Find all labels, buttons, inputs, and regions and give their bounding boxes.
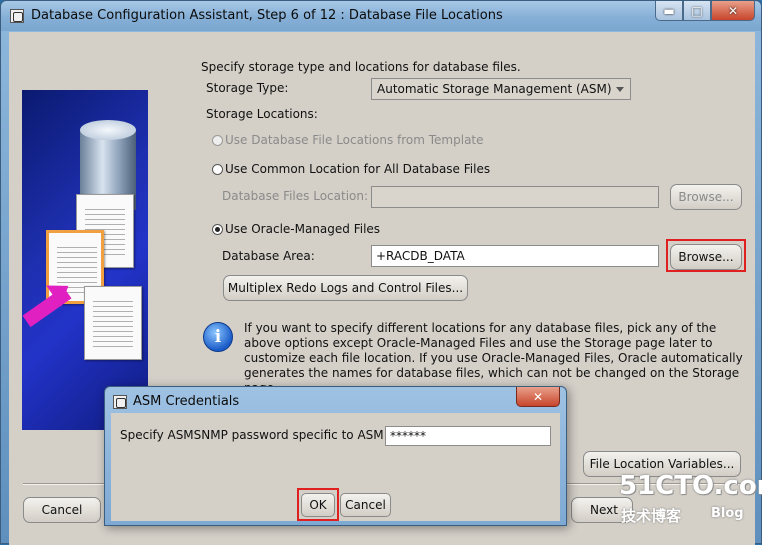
db-files-location-label: Database Files Location: <box>222 189 369 203</box>
watermark-blog: Blog <box>711 506 744 521</box>
storage-type-value: Automatic Storage Management (ASM) <box>377 82 612 96</box>
radio-common-location[interactable] <box>212 164 223 175</box>
title-bar[interactable]: Database Configuration Assistant, Step 6… <box>1 1 761 31</box>
watermark-brand: 51CTO.com <box>619 471 762 501</box>
asmsnmp-password-input[interactable]: ****** <box>385 426 551 446</box>
ok-highlight-box <box>297 488 339 521</box>
info-icon: i <box>203 322 233 352</box>
watermark-subtitle: 技术博客 <box>621 507 682 525</box>
window-controls: ▬ □ ✕ <box>655 1 755 21</box>
minimize-button[interactable]: ▬ <box>655 1 683 21</box>
dialog-title: ASM Credentials <box>133 394 240 409</box>
multiplex-redo-logs-button[interactable]: Multiplex Redo Logs and Control Files... <box>223 275 468 301</box>
chevron-down-icon <box>616 87 624 92</box>
dialog-cancel-button[interactable]: Cancel <box>340 493 391 517</box>
intro-text: Specify storage type and locations for d… <box>201 60 521 74</box>
db-files-location-input[interactable] <box>371 186 659 208</box>
db-area-label: Database Area: <box>222 249 315 263</box>
info-text: If you want to specify different locatio… <box>244 321 743 395</box>
main-window: Database Configuration Assistant, Step 6… <box>0 0 762 545</box>
document-icon <box>84 286 142 360</box>
storage-type-label: Storage Type: <box>206 81 289 95</box>
highlight-box <box>666 239 746 272</box>
storage-locations-label: Storage Locations: <box>206 107 318 121</box>
asm-credentials-dialog: ASM Credentials ✕ Specify ASMSNMP passwo… <box>104 386 567 526</box>
cancel-button[interactable]: Cancel <box>23 497 101 523</box>
radio-oracle-managed-files-label: Use Oracle-Managed Files <box>225 222 381 236</box>
browse-files-location-button[interactable]: Browse... <box>670 184 742 210</box>
storage-type-select[interactable]: Automatic Storage Management (ASM) <box>371 78 631 100</box>
close-button[interactable]: ✕ <box>711 1 755 21</box>
db-area-input[interactable]: +RACDB_DATA <box>371 245 659 267</box>
password-prompt: Specify ASMSNMP password specific to ASM… <box>120 428 388 442</box>
radio-template[interactable] <box>212 135 223 146</box>
app-icon <box>10 9 24 23</box>
radio-oracle-managed-files[interactable] <box>212 224 223 235</box>
window-title: Database Configuration Assistant, Step 6… <box>31 8 503 23</box>
radio-common-location-label: Use Common Location for All Database Fil… <box>225 162 491 176</box>
database-illustration <box>22 90 148 430</box>
dialog-close-button[interactable]: ✕ <box>516 387 560 407</box>
radio-template-label: Use Database File Locations from Templat… <box>225 133 484 147</box>
dialog-body: Specify ASMSNMP password specific to ASM… <box>111 413 560 521</box>
dialog-app-icon <box>113 395 127 409</box>
maximize-button[interactable]: □ <box>683 1 711 21</box>
